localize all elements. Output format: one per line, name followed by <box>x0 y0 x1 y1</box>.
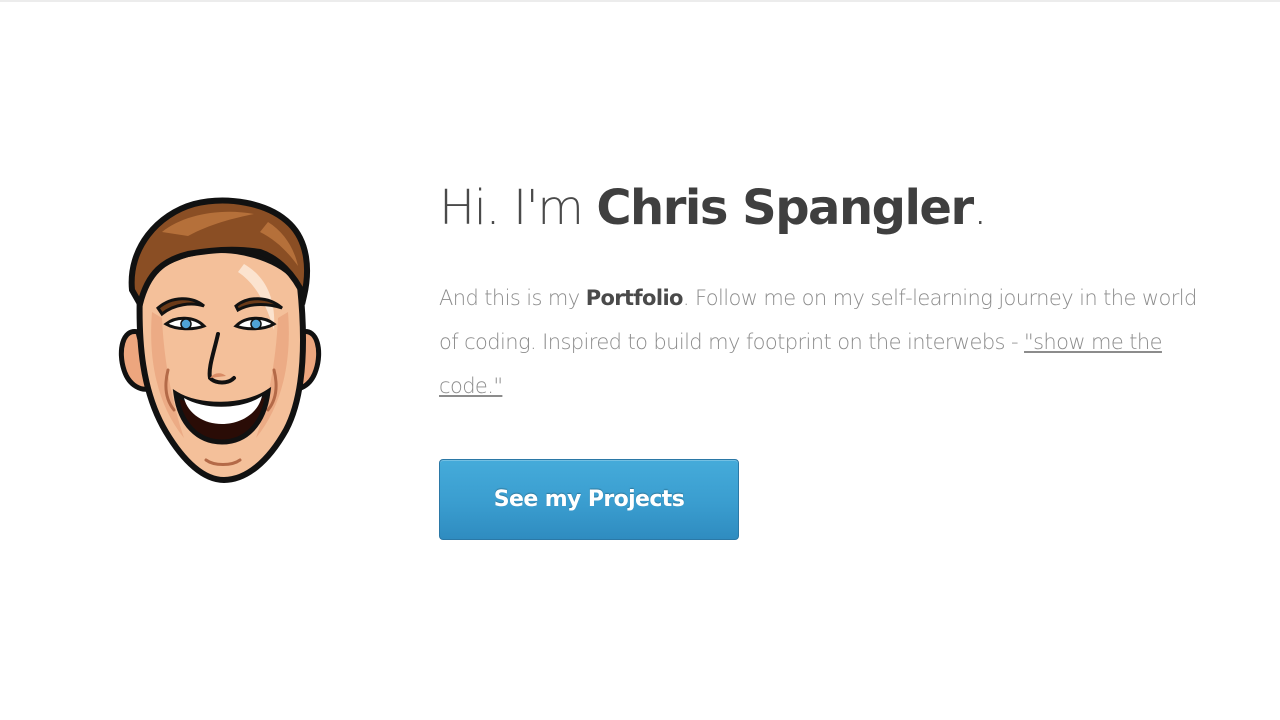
page-title: Hi. I'm Chris Spangler. <box>439 170 1219 246</box>
intro-paragraph: And this is my Portfolio. Follow me on m… <box>439 276 1219 408</box>
hero-section: Hi. I'm Chris Spangler. And this is my P… <box>0 0 1280 720</box>
author-name: Chris Spangler <box>596 180 974 236</box>
see-projects-label: See my Projects <box>493 487 685 512</box>
greeting-text: Hi. I'm <box>439 180 597 236</box>
greeting-period: . <box>972 180 988 236</box>
portfolio-emphasis: Portfolio <box>585 286 684 310</box>
see-projects-button[interactable]: See my Projects <box>439 459 739 540</box>
top-divider <box>0 0 1280 2</box>
avatar <box>118 197 322 484</box>
hero-content: Hi. I'm Chris Spangler. And this is my P… <box>439 170 1219 408</box>
intro-text-start: And this is my <box>439 286 586 310</box>
